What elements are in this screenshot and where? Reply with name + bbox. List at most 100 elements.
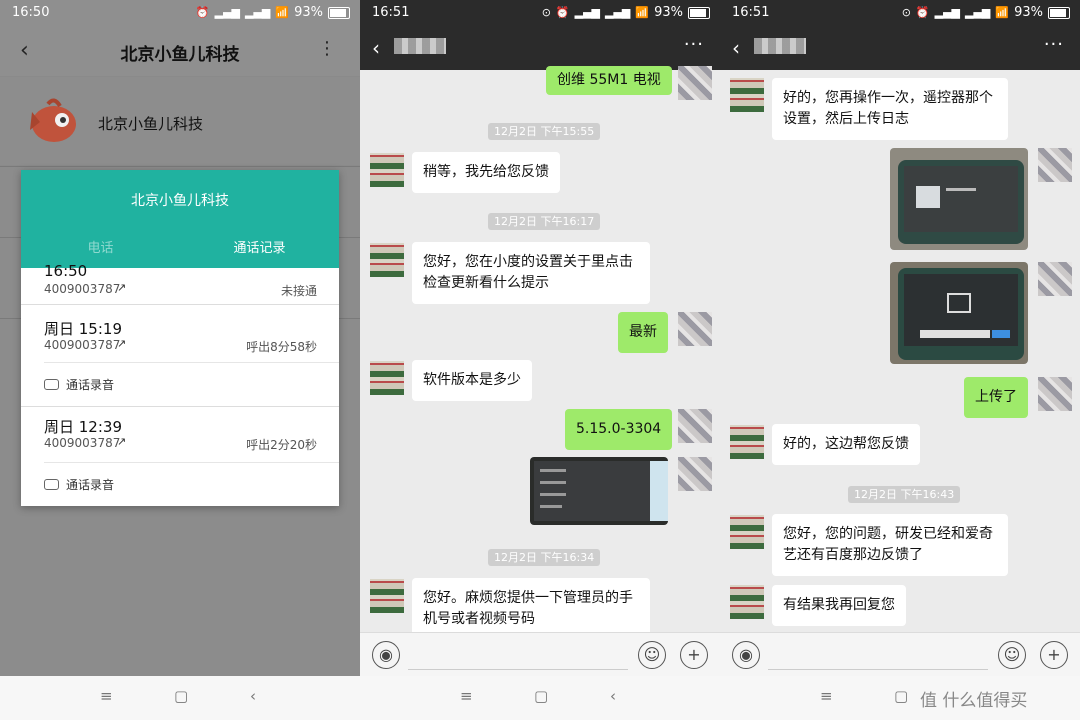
- message-composer: ◉ ☺ +: [360, 632, 720, 679]
- wifi-icon: 📶: [275, 6, 290, 19]
- recording-label: 通话录音: [66, 378, 115, 392]
- avatar[interactable]: [1038, 148, 1072, 182]
- home-icon[interactable]: ▢: [174, 687, 188, 705]
- call-time: 16:50: [44, 262, 88, 280]
- timestamp: 12月2日 下午16:43: [848, 486, 961, 503]
- back-icon[interactable]: ‹: [610, 687, 616, 705]
- battery-icon: [1048, 6, 1070, 19]
- call-status: 呼出8分58秒: [246, 340, 317, 354]
- emoji-icon[interactable]: ☺: [638, 641, 666, 669]
- call-time: 周日 12:39: [44, 418, 122, 436]
- alarm-icon: ⏰: [195, 6, 210, 19]
- device-photo-image: [898, 268, 1024, 360]
- menu-icon[interactable]: ≡: [460, 687, 473, 705]
- message-bubble: 有结果我再回复您: [772, 585, 906, 626]
- menu-icon[interactable]: ≡: [100, 687, 113, 705]
- recording-icon: [44, 379, 59, 390]
- plus-icon[interactable]: +: [680, 641, 708, 669]
- message-input[interactable]: [768, 669, 988, 670]
- voice-icon[interactable]: ◉: [372, 641, 400, 669]
- avatar[interactable]: [370, 243, 404, 277]
- call-number: 4009003787: [44, 282, 121, 296]
- divider: [21, 406, 339, 407]
- timestamp: 12月2日 下午15:55: [488, 123, 601, 140]
- divider: [21, 304, 339, 305]
- contact-dialog: 北京小鱼儿科技 电话 通话记录 16:50 4009003787 ↗ 未接通 周…: [21, 170, 339, 506]
- avatar[interactable]: [730, 515, 764, 549]
- avatar[interactable]: [1038, 262, 1072, 296]
- menu-icon[interactable]: ≡: [820, 687, 833, 705]
- call-log-item[interactable]: 周日 15:19 4009003787 ↗ 呼出8分58秒: [21, 310, 339, 360]
- fish-logo-icon: [30, 98, 76, 142]
- message-bubble: 软件版本是多少: [412, 360, 532, 401]
- avatar[interactable]: [370, 153, 404, 187]
- voice-icon[interactable]: ◉: [732, 641, 760, 669]
- plus-icon[interactable]: +: [1040, 641, 1068, 669]
- avatar[interactable]: [678, 66, 712, 100]
- link-icon: ⊙: [901, 6, 911, 19]
- call-time: 周日 15:19: [44, 320, 122, 338]
- tab-call-log[interactable]: 通话记录: [180, 230, 339, 268]
- image-message[interactable]: [890, 148, 1028, 250]
- recording-icon: [44, 479, 59, 490]
- recording-label: 通话录音: [66, 478, 115, 492]
- avatar[interactable]: [730, 585, 764, 619]
- call-recording[interactable]: 通话录音: [44, 362, 339, 407]
- avatar[interactable]: [730, 425, 764, 459]
- call-recording[interactable]: 通话录音: [44, 462, 339, 507]
- message-bubble: 上传了: [964, 377, 1028, 418]
- message-bubble: 好的，您再操作一次，遥控器那个设置，然后上传日志: [772, 78, 1008, 140]
- back-icon[interactable]: ‹: [250, 687, 256, 705]
- message-bubble: 您好，您的问题，研发已经和爱奇艺还有百度那边反馈了: [772, 514, 1008, 576]
- home-icon[interactable]: ▢: [534, 687, 548, 705]
- message-composer: ◉ ☺ +: [720, 632, 1080, 679]
- battery-percent: 93%: [1014, 5, 1043, 20]
- message-input[interactable]: [408, 669, 628, 670]
- more-icon[interactable]: ···: [1044, 34, 1064, 55]
- call-log-item[interactable]: 周日 12:39 4009003787 ↗ 呼出2分20秒: [21, 410, 339, 460]
- wifi-icon: 📶: [995, 6, 1010, 19]
- chat-screen: 16:51 ⊙ ⏰ ▂▄▆ ▂▄▆ 📶 93% ‹ ··· 创维 55M1 电视…: [360, 0, 720, 720]
- call-log-item[interactable]: 16:50 4009003787 ↗ 未接通: [21, 262, 339, 308]
- dialog-title: 北京小鱼儿科技: [21, 170, 339, 230]
- avatar[interactable]: [678, 312, 712, 346]
- avatar[interactable]: [678, 409, 712, 443]
- avatar[interactable]: [678, 457, 712, 491]
- home-icon[interactable]: ▢: [894, 687, 908, 705]
- call-log-screen: 16:50 ⏰ ▂▄▆ ▂▄▆ 📶 93% ‹ 北京小鱼儿科技 ⋮ 北京小鱼儿科…: [0, 0, 360, 720]
- more-icon[interactable]: ⋮: [318, 38, 336, 59]
- battery-icon: [328, 6, 350, 19]
- message-bubble: 稍等，我先给您反馈: [412, 152, 560, 193]
- back-arrow-icon[interactable]: ‹: [372, 36, 380, 60]
- system-nav-bar: ≡ ▢ ‹: [360, 676, 720, 720]
- call-number: 4009003787: [44, 338, 121, 352]
- avatar[interactable]: [1038, 377, 1072, 411]
- back-arrow-icon[interactable]: ‹: [732, 36, 740, 60]
- message-bubble: 您好。麻烦您提供一下管理员的手机号或者视频号码: [412, 578, 650, 640]
- blurred-contact-name: [394, 38, 446, 54]
- status-bar: 16:50 ⏰ ▂▄▆ ▂▄▆ 📶 93%: [0, 0, 360, 26]
- avatar[interactable]: [370, 361, 404, 395]
- message-bubble: 您好，您在小度的设置关于里点击检查更新看什么提示: [412, 242, 650, 304]
- call-status: 呼出2分20秒: [246, 438, 317, 452]
- watermark: 值 什么值得买: [920, 691, 1028, 711]
- image-message[interactable]: [530, 457, 668, 525]
- avatar[interactable]: [370, 579, 404, 613]
- signal-icon: ▂▄▆: [214, 6, 240, 19]
- battery-icon: [688, 6, 710, 19]
- page-title: 北京小鱼儿科技: [120, 45, 240, 65]
- blurred-contact-name: [754, 38, 806, 54]
- emoji-icon[interactable]: ☺: [998, 641, 1026, 669]
- more-icon[interactable]: ···: [684, 34, 704, 55]
- outgoing-arrow-icon: ↗: [117, 281, 127, 294]
- battery-percent: 93%: [654, 5, 683, 20]
- link-icon: ⊙: [541, 6, 551, 19]
- contact-name: 北京小鱼儿科技: [98, 115, 204, 133]
- avatar[interactable]: [730, 78, 764, 112]
- signal-icon-2: ▂▄▆: [965, 6, 991, 19]
- message-bubble: 创维 55M1 电视: [546, 66, 672, 95]
- image-message[interactable]: [890, 262, 1028, 364]
- call-number: 4009003787: [44, 436, 121, 450]
- timestamp: 12月2日 下午16:34: [488, 549, 601, 566]
- status-time: 16:50: [12, 5, 50, 20]
